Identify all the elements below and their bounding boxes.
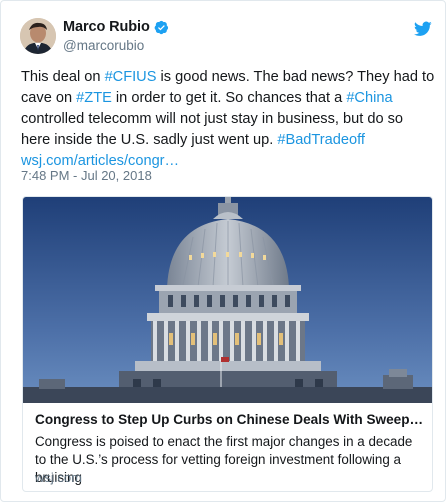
hashtag-cfius-link[interactable]: #CFIUS [105, 69, 157, 85]
link-preview-card[interactable]: Congress to Step Up Curbs on Chinese Dea… [22, 196, 433, 492]
tweet-text-segment: in order to get it. So chances that a [111, 90, 347, 106]
card-domain: wsj.com [35, 470, 82, 485]
tweet-card[interactable]: Marco Rubio @marcorubio This deal on #CF… [0, 0, 446, 502]
capitol-dome-image [23, 197, 432, 403]
twitter-bird-icon[interactable] [414, 21, 432, 37]
card-title[interactable]: Congress to Step Up Curbs on Chinese Dea… [35, 412, 425, 427]
verified-badge-icon [154, 20, 169, 35]
tweet-text-segment: This deal on [21, 69, 105, 85]
author-handle[interactable]: @marcorubio [63, 38, 144, 53]
tweet-text: This deal on #CFIUS is good news. The ba… [21, 67, 436, 172]
avatar[interactable] [20, 18, 56, 54]
avatar-photo-icon [20, 18, 56, 54]
card-description: Congress is poised to enact the first ma… [35, 434, 413, 485]
hashtag-badtradeoff-link[interactable]: #BadTradeoff [277, 132, 365, 148]
author-name[interactable]: Marco Rubio [63, 19, 150, 35]
hashtag-zte-link[interactable]: #ZTE [76, 90, 112, 106]
tweet-timestamp[interactable]: 7:48 PM - Jul 20, 2018 [21, 168, 152, 183]
hashtag-china-link[interactable]: #China [346, 90, 392, 106]
